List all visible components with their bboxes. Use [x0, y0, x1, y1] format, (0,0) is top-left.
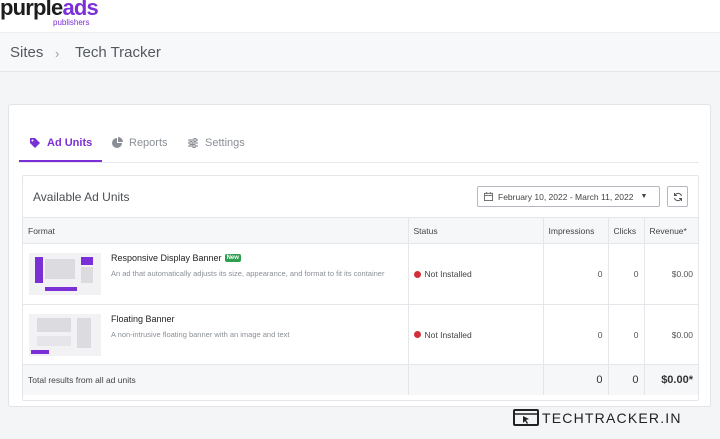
col-impressions: Impressions	[542, 217, 608, 244]
logo-text-ads: ads	[62, 0, 98, 20]
total-impressions: 0	[542, 364, 608, 395]
date-range-value: February 10, 2022 - March 11, 2022	[498, 191, 634, 202]
watermark: TECHTRACKER.IN	[513, 409, 682, 426]
refresh-icon	[673, 192, 682, 201]
tab-bar: Ad Units Reports Settings	[19, 117, 699, 163]
impressions-value: 0	[542, 304, 608, 365]
status-text: Not Installed	[424, 329, 472, 340]
top-bar: purpleads publishers	[0, 0, 720, 32]
revenue-value: $0.00	[643, 304, 698, 365]
col-clicks: Clicks	[607, 217, 644, 244]
table-row[interactable]: Responsive Display Banner New An ad that …	[23, 243, 698, 305]
chevron-right-icon: ›	[55, 46, 60, 61]
tags-icon	[30, 137, 40, 148]
ad-units-card: Ad Units Reports Settings Available Ad U…	[8, 104, 711, 407]
ad-units-table: Format Status Impressions Clicks Revenue…	[23, 217, 698, 395]
table-row[interactable]: Floating Banner A non-intrusive floating…	[23, 304, 698, 365]
watermark-text: TECHTRACKER.IN	[542, 409, 682, 426]
status-badge: Not Installed	[413, 269, 538, 279]
tab-ad-units-label: Ad Units	[47, 136, 93, 149]
responsive-banner-thumbnail	[29, 253, 101, 295]
ad-unit-description: An ad that automatically adjusts its siz…	[111, 269, 385, 278]
table-header-row: Format Status Impressions Clicks Revenue…	[23, 217, 698, 244]
tab-settings-label: Settings	[205, 137, 245, 149]
tab-ad-units[interactable]: Ad Units	[19, 125, 103, 162]
total-revenue: $0.00*	[643, 364, 698, 395]
ad-unit-description: A non-intrusive floating banner with an …	[111, 329, 290, 339]
total-status-empty	[407, 364, 543, 395]
impressions-value: 0	[542, 243, 608, 305]
logo-subtitle: publishers	[53, 18, 90, 27]
status-badge: Not Installed	[413, 329, 538, 340]
status-dot-icon	[413, 270, 421, 278]
table-total-row: Total results from all ad units 0 0 $0.0…	[23, 364, 698, 395]
status-dot-icon	[413, 331, 421, 338]
col-revenue: Revenue*	[643, 217, 698, 244]
ad-units-panel: Available Ad Units February 10, 2022 - M…	[22, 175, 699, 401]
clicks-value: 0	[607, 243, 644, 305]
refresh-button[interactable]	[667, 186, 688, 207]
pie-chart-icon	[112, 137, 123, 148]
total-clicks: 0	[607, 364, 644, 395]
col-format: Format	[23, 217, 408, 244]
new-badge: New	[224, 254, 241, 262]
col-status: Status	[407, 217, 543, 244]
total-label: Total results from all ad units	[23, 364, 408, 395]
ad-unit-name[interactable]: Responsive Display Banner	[111, 253, 222, 263]
tab-reports-label: Reports	[129, 137, 168, 149]
ad-unit-name[interactable]: Floating Banner	[111, 314, 175, 324]
page-title: Tech Tracker	[75, 44, 161, 61]
tab-settings[interactable]: Settings	[187, 125, 245, 161]
clicks-value: 0	[607, 304, 644, 365]
panel-title: Available Ad Units	[33, 190, 130, 204]
cursor-window-icon	[513, 409, 539, 426]
date-range-picker[interactable]: February 10, 2022 - March 11, 2022 ▼	[477, 186, 660, 207]
floating-banner-thumbnail	[29, 313, 101, 356]
caret-down-icon: ▼	[640, 193, 648, 200]
revenue-value: $0.00	[643, 243, 698, 305]
logo-text-purple: purple	[0, 0, 63, 20]
breadcrumb-sites-link[interactable]: Sites	[10, 44, 43, 61]
calendar-icon	[484, 192, 493, 201]
sliders-icon	[188, 138, 198, 148]
status-text: Not Installed	[424, 269, 472, 279]
tab-reports[interactable]: Reports	[111, 125, 168, 161]
breadcrumb: Sites › Tech Tracker	[0, 32, 720, 72]
